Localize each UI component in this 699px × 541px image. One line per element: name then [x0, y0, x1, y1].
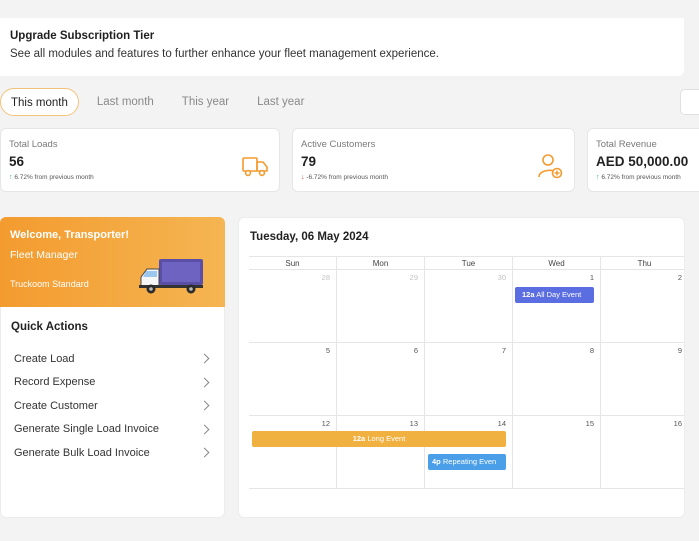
arrow-up-icon: ↑ — [596, 174, 600, 181]
weekday-label: Wed — [513, 257, 601, 269]
user-add-icon — [538, 154, 563, 179]
chevron-right-icon — [199, 353, 210, 364]
delivery-truck-illustration — [139, 259, 203, 294]
calendar-day-cell[interactable]: 15 — [513, 416, 601, 488]
chevron-right-icon — [199, 377, 210, 388]
calendar-day-cell[interactable]: 14 — [425, 416, 513, 488]
date-filter-button[interactable] — [680, 89, 699, 115]
stat-value: AED 50,000.00 — [596, 154, 689, 169]
calendar-day-cell[interactable]: 2 — [601, 270, 684, 342]
calendar-day-cell[interactable]: 12 — [249, 416, 337, 488]
calendar-day-cell[interactable]: 8 — [513, 343, 601, 415]
period-tabs: This month Last month This year Last yea… — [0, 88, 314, 116]
quick-action-create-load[interactable]: Create Load — [11, 347, 214, 371]
calendar-day-cell[interactable]: 7 — [425, 343, 513, 415]
stat-card-active-customers: Active Customers 79 ↓ -6.72% from previo… — [292, 128, 575, 192]
event-repeating[interactable]: 4p Repeating Even — [428, 454, 506, 470]
stat-value: 79 — [301, 154, 317, 169]
calendar-week: 12 13 14 15 16 12a Long Event 4p Repeati… — [249, 416, 684, 489]
quick-action-create-customer[interactable]: Create Customer — [11, 394, 214, 418]
chevron-right-icon — [199, 400, 210, 411]
truck-icon — [242, 157, 268, 177]
weekday-label: Thu — [601, 257, 684, 269]
weekday-label: Sun — [249, 257, 337, 269]
stat-value: 56 — [9, 154, 25, 169]
tab-this-month[interactable]: This month — [0, 88, 79, 116]
stat-change: ↓ -6.72% from previous month — [301, 174, 388, 181]
calendar-date-title: Tuesday, 06 May 2024 — [250, 231, 369, 243]
welcome-card: Welcome, Transporter! Fleet Manager Truc… — [0, 217, 225, 307]
chevron-right-icon — [199, 424, 210, 435]
tab-last-year[interactable]: Last year — [247, 88, 314, 116]
arrow-up-icon: ↑ — [9, 174, 13, 181]
stat-label: Active Customers — [301, 139, 376, 150]
quick-actions-list: Create Load Record Expense Create Custom… — [11, 347, 214, 465]
quick-actions-title: Quick Actions — [11, 321, 88, 333]
calendar-day-cell[interactable]: 1 — [513, 270, 601, 342]
calendar-day-cell[interactable]: 13 — [337, 416, 425, 488]
event-all-day[interactable]: 12a All Day Event — [515, 287, 594, 303]
calendar-weekday-header: Sun Mon Tue Wed Thu — [249, 256, 684, 270]
upgrade-banner[interactable]: Upgrade Subscription Tier See all module… — [0, 18, 684, 76]
arrow-down-icon: ↓ — [301, 174, 305, 181]
event-long[interactable]: 12a Long Event — [252, 431, 506, 447]
welcome-title: Welcome, Transporter! — [10, 229, 129, 241]
quick-actions-panel: Quick Actions Create Load Record Expense… — [0, 307, 225, 518]
stat-label: Total Revenue — [596, 139, 657, 150]
weekday-label: Mon — [337, 257, 425, 269]
calendar-week: 5 6 7 8 9 — [249, 343, 684, 416]
quick-action-record-expense[interactable]: Record Expense — [11, 371, 214, 395]
calendar-day-cell[interactable]: 9 — [601, 343, 684, 415]
banner-title: Upgrade Subscription Tier — [10, 30, 155, 42]
calendar-week: 28 29 30 1 2 12a All Day Event — [249, 270, 684, 343]
calendar-day-cell[interactable]: 29 — [337, 270, 425, 342]
quick-action-single-invoice[interactable]: Generate Single Load Invoice — [11, 418, 214, 442]
calendar-grid: Sun Mon Tue Wed Thu 28 29 30 1 2 12a All… — [249, 256, 684, 489]
stat-change: ↑ 6.72% from previous month — [596, 174, 681, 181]
calendar-panel: Tuesday, 06 May 2024 Sun Mon Tue Wed Thu… — [238, 217, 685, 518]
calendar-day-cell[interactable]: 30 — [425, 270, 513, 342]
tab-this-year[interactable]: This year — [172, 88, 239, 116]
quick-action-bulk-invoice[interactable]: Generate Bulk Load Invoice — [11, 441, 214, 465]
calendar-day-cell[interactable]: 5 — [249, 343, 337, 415]
stat-card-total-revenue: Total Revenue AED 50,000.00 ↑ 6.72% from… — [587, 128, 699, 192]
calendar-day-cell[interactable]: 6 — [337, 343, 425, 415]
calendar-day-cell[interactable]: 28 — [249, 270, 337, 342]
stat-change: ↑ 6.72% from previous month — [9, 174, 94, 181]
banner-subtitle: See all modules and features to further … — [10, 48, 439, 60]
weekday-label: Tue — [425, 257, 513, 269]
stat-card-total-loads: Total Loads 56 ↑ 6.72% from previous mon… — [0, 128, 280, 192]
calendar-day-cell[interactable]: 16 — [601, 416, 684, 488]
chevron-right-icon — [199, 447, 210, 458]
tab-last-month[interactable]: Last month — [87, 88, 164, 116]
stat-label: Total Loads — [9, 139, 58, 150]
